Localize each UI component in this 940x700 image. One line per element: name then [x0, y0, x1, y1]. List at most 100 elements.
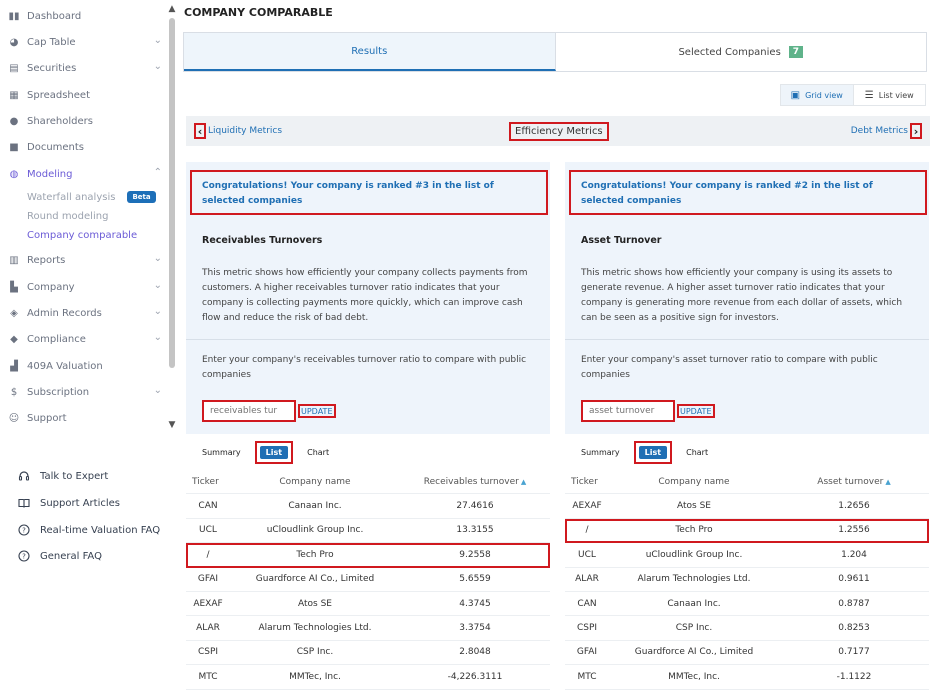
company-cell: CSP Inc. — [296, 647, 334, 658]
sidebar-item-label: Spreadsheet — [27, 89, 90, 101]
table-row: GFAI Guardforce AI Co., Limited 0.7177 — [565, 641, 929, 666]
receivables-turnover-input[interactable] — [202, 400, 296, 422]
building-icon: ▙ — [10, 281, 18, 293]
sidebar-scrollbar[interactable]: ▲ ▼ — [166, 0, 178, 436]
tab-label: Results — [351, 45, 388, 57]
table-row-own-company: / Tech Pro 1.2556 — [565, 518, 929, 544]
company-cell: Alarum Technologies Ltd. — [258, 623, 372, 634]
sidebar-item-spreadsheet[interactable]: ▦ Spreadsheet — [8, 85, 166, 105]
ticker-cell: GFAI — [576, 647, 598, 658]
help-general-faq[interactable]: ? General FAQ — [18, 548, 102, 564]
ticker-cell: CSPI — [197, 647, 219, 658]
table-row: UCL uCloudlink Group Inc. 1.204 — [565, 543, 929, 568]
sidebar-item-compliance[interactable]: ◆ Compliance ⌄ — [8, 329, 166, 349]
company-cell: Alarum Technologies Ltd. — [637, 574, 751, 585]
chevron-up-icon: ⌃ — [153, 167, 162, 178]
help-label: Real-time Valuation FAQ — [40, 524, 161, 536]
asset-turnover-input[interactable] — [581, 400, 675, 422]
table-row: UCL uCloudlink Group Inc. 13.3155 — [186, 519, 550, 544]
sidebar-subitem-label: Company comparable — [27, 229, 138, 241]
sidebar-item-admin-records[interactable]: ◈ Admin Records ⌄ — [8, 303, 166, 323]
grid-view-button[interactable]: ▣ Grid view — [781, 85, 854, 105]
metric-title: Receivables Turnovers — [202, 235, 323, 246]
table-row: CSPI CSP Inc. 0.8253 — [565, 616, 929, 641]
prev-metric-label[interactable]: Liquidity Metrics — [208, 126, 282, 136]
dashboard-icon: ▮▮ — [8, 10, 20, 22]
value-cell: 3.3754 — [459, 623, 491, 634]
beta-badge: Beta — [127, 191, 156, 203]
company-cell: Tech Pro — [675, 525, 713, 536]
company-cell: Atos SE — [677, 501, 711, 512]
subtab-chart[interactable]: Chart — [686, 448, 708, 457]
column-header-sortable[interactable]: Asset turnover ▲ — [779, 477, 929, 487]
next-metric-link[interactable]: Debt Metrics › — [851, 123, 922, 139]
tab-results[interactable]: Results — [184, 33, 556, 71]
chevron-down-icon: ⌄ — [153, 61, 162, 72]
help-realtime-valuation-faq[interactable]: ? Real-time Valuation FAQ — [18, 522, 160, 538]
update-button[interactable]: UPDATE — [298, 404, 336, 418]
sidebar-subitem-round-modeling[interactable]: Round modeling — [27, 208, 108, 224]
sidebar-item-support[interactable]: ☺ Support — [8, 408, 166, 428]
view-subtabs: Summary List Chart — [565, 440, 708, 464]
sidebar-item-label: Company — [27, 281, 75, 293]
value-cell: 4.3745 — [459, 598, 491, 609]
sidebar-item-company[interactable]: ▙ Company ⌄ — [8, 277, 166, 297]
ticker-cell: AEXAF — [572, 501, 602, 512]
column-header-label: Asset turnover — [817, 476, 884, 487]
chevron-right-icon[interactable]: › — [910, 123, 922, 139]
column-header: Ticker — [192, 476, 219, 487]
scroll-down-arrow-icon[interactable]: ▼ — [166, 420, 178, 430]
sidebar-item-409a-valuation[interactable]: ▟ 409A Valuation — [8, 356, 166, 376]
column-header-sortable[interactable]: Receivables turnover ▲ — [400, 477, 550, 487]
grid-view-label: Grid view — [805, 90, 843, 100]
headset-icon — [18, 470, 30, 482]
help-talk-to-expert[interactable]: Talk to Expert — [18, 468, 108, 484]
metric-description: This metric shows how efficiently your c… — [581, 268, 903, 323]
sort-icon[interactable]: ▲ — [885, 478, 890, 486]
column-header: Company name — [658, 476, 730, 487]
sidebar-item-label: Securities — [27, 62, 77, 74]
svg-text:?: ? — [22, 527, 26, 535]
sort-icon[interactable]: ▲ — [521, 478, 526, 486]
user-icon: ● — [9, 115, 19, 127]
prev-metric-link[interactable]: ‹ Liquidity Metrics — [194, 123, 282, 139]
list-icon: ☰ — [864, 89, 874, 101]
table-header: Ticker Company name Receivables turnover… — [186, 470, 550, 495]
company-cell: Canaan Inc. — [288, 501, 342, 512]
update-button[interactable]: UPDATE — [677, 404, 715, 418]
tab-selected-companies[interactable]: Selected Companies 7 — [556, 33, 927, 71]
value-cell: 1.204 — [841, 549, 867, 560]
sidebar-item-securities[interactable]: ▤ Securities ⌄ — [8, 58, 166, 78]
chevron-left-icon[interactable]: ‹ — [194, 123, 206, 139]
sidebar-item-dashboard[interactable]: ▮▮ Dashboard — [8, 6, 166, 26]
sidebar-item-shareholders[interactable]: ● Shareholders — [8, 111, 166, 131]
metric-title: Asset Turnover — [581, 235, 662, 246]
subtab-summary[interactable]: Summary — [581, 448, 620, 457]
sidebar-item-cap-table[interactable]: ◕ Cap Table ⌄ — [8, 32, 166, 52]
report-icon: ▥ — [9, 254, 19, 266]
scrollbar-thumb[interactable] — [169, 18, 175, 368]
subtab-list[interactable]: List — [633, 440, 673, 464]
sidebar-item-subscription[interactable]: $ Subscription ⌄ — [8, 382, 166, 402]
sidebar-item-label: Reports — [27, 254, 66, 266]
sidebar-item-reports[interactable]: ▥ Reports ⌄ — [8, 250, 166, 270]
list-view-button[interactable]: ☰ List view — [854, 85, 926, 105]
shield-check-icon: ◆ — [10, 333, 18, 345]
sidebar-subitem-company-comparable[interactable]: Company comparable — [27, 227, 137, 243]
sidebar-item-modeling[interactable]: ◍ Modeling ⌃ — [8, 164, 166, 184]
value-cell: 0.8787 — [838, 598, 870, 609]
dollar-icon: $ — [10, 386, 18, 398]
subtab-list[interactable]: List — [254, 440, 294, 464]
scroll-up-arrow-icon[interactable]: ▲ — [166, 4, 178, 14]
next-metric-label[interactable]: Debt Metrics — [851, 126, 908, 136]
value-cell: 27.4616 — [456, 501, 494, 512]
subtab-chart[interactable]: Chart — [307, 448, 329, 457]
help-support-articles[interactable]: Support Articles — [18, 495, 120, 511]
subtab-summary[interactable]: Summary — [202, 448, 241, 457]
clipboard-icon: ▤ — [9, 62, 19, 74]
sidebar-item-documents[interactable]: ■ Documents — [8, 137, 166, 157]
sidebar-item-label: Dashboard — [27, 10, 82, 22]
sidebar-item-label: Modeling — [27, 168, 73, 180]
sidebar-subitem-waterfall-analysis[interactable]: Waterfall analysis Beta — [27, 189, 156, 205]
book-icon — [18, 497, 30, 509]
